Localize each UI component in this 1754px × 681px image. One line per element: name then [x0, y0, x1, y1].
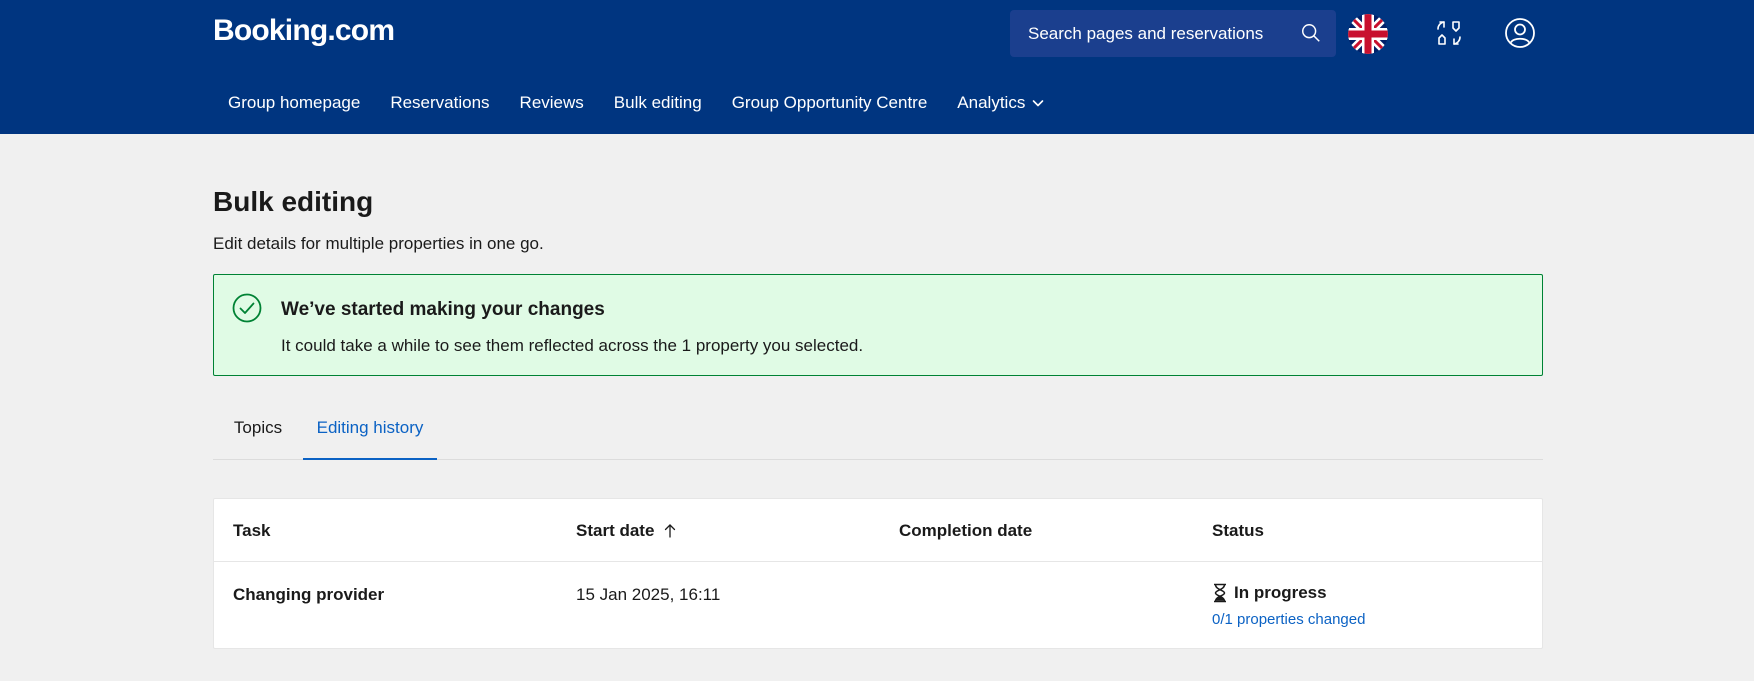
- uk-flag-icon[interactable]: [1348, 14, 1388, 54]
- account-icon[interactable]: [1504, 17, 1536, 49]
- header-start-date-label: Start date: [576, 521, 655, 540]
- header-status: Status: [1212, 521, 1264, 540]
- search-placeholder: Search pages and reservations: [1028, 23, 1264, 43]
- tab-topics[interactable]: Topics: [213, 404, 303, 460]
- properties-changed-link[interactable]: 0/1 properties changed: [1212, 611, 1365, 628]
- nav-reservations[interactable]: Reservations: [375, 87, 504, 119]
- sort-ascending-icon[interactable]: [662, 523, 678, 539]
- search-box[interactable]: Search pages and reservations: [1010, 10, 1336, 57]
- top-header: Booking.com Search pages and reservation…: [0, 0, 1754, 134]
- nav-group-homepage[interactable]: Group homepage: [213, 87, 375, 119]
- switch-property-icon[interactable]: [1434, 18, 1464, 48]
- banner-title: We’ve started making your changes: [281, 299, 605, 320]
- editing-history-table: Task Start date Completion date Status C…: [213, 498, 1543, 649]
- row-status: In progress: [1212, 583, 1327, 603]
- table-header: Task Start date Completion date Status: [214, 499, 1542, 562]
- nav-analytics[interactable]: Analytics: [942, 87, 1060, 119]
- booking-logo[interactable]: Booking.com: [213, 14, 395, 48]
- banner-text: It could take a while to see them reflec…: [281, 336, 864, 355]
- header-start-date[interactable]: Start date: [576, 521, 678, 541]
- tab-editing-history[interactable]: Editing history: [303, 404, 437, 460]
- row-task: Changing provider: [233, 585, 385, 604]
- row-start-date: 15 Jan 2025, 16:11: [576, 585, 721, 604]
- nav-reviews[interactable]: Reviews: [505, 87, 599, 119]
- header-task: Task: [233, 521, 271, 540]
- nav-analytics-label: Analytics: [957, 93, 1026, 112]
- page-title: Bulk editing: [213, 186, 374, 217]
- check-circle-icon: [232, 293, 262, 323]
- success-banner: We’ve started making your changes It cou…: [213, 274, 1543, 376]
- chevron-down-icon: [1033, 100, 1044, 107]
- main-nav: Group homepage Reservations Reviews Bulk…: [213, 88, 1060, 118]
- header-completion-date: Completion date: [899, 521, 1033, 540]
- nav-bulk-editing[interactable]: Bulk editing: [599, 87, 717, 119]
- status-label: In progress: [1234, 583, 1327, 602]
- nav-group-opportunity-centre[interactable]: Group Opportunity Centre: [717, 87, 943, 119]
- hourglass-icon: [1214, 583, 1226, 603]
- tab-bar: Topics Editing history: [213, 404, 1543, 460]
- page-subtitle: Edit details for multiple properties in …: [213, 234, 544, 253]
- search-icon[interactable]: [1300, 22, 1322, 44]
